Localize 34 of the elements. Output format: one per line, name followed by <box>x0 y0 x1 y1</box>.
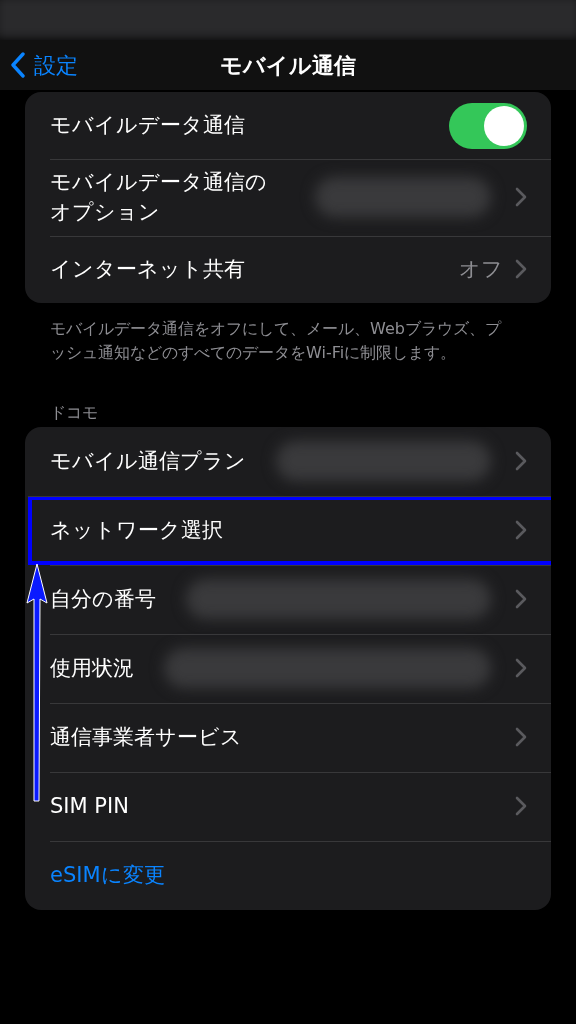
chevron-icon <box>515 259 527 280</box>
chevron-icon <box>515 451 527 472</box>
settings-row[interactable]: 通信事業者サービス <box>50 702 551 772</box>
row-label: 使用状況 <box>50 655 134 683</box>
row-label: 通信事業者サービス <box>50 724 242 752</box>
chevron-icon <box>515 187 527 208</box>
row-label: モバイルデータ通信 <box>50 112 245 140</box>
settings-row[interactable]: 使用状況 <box>50 633 551 703</box>
settings-row[interactable]: モバイルデータ通信のオプション <box>50 159 551 236</box>
settings-row[interactable]: eSIMに変更 <box>50 840 551 910</box>
chevron-icon <box>515 520 527 541</box>
row-label: モバイル通信プラン <box>50 448 246 476</box>
chevron-icon <box>515 727 527 748</box>
back-button[interactable]: 設定 <box>10 48 78 82</box>
row-label: ネットワーク選択 <box>50 517 223 545</box>
settings-row[interactable]: モバイルデータ通信 <box>50 92 551 159</box>
chevron-icon <box>515 589 527 610</box>
section-header: ドコモ <box>50 401 99 424</box>
row-label: インターネット共有 <box>50 256 245 284</box>
settings-row[interactable]: 自分の番号 <box>50 564 551 634</box>
toggle-switch[interactable] <box>449 102 527 149</box>
row-value: オフ <box>459 255 503 283</box>
settings-row[interactable]: SIM PIN <box>50 771 551 841</box>
settings-row[interactable]: モバイル通信プラン <box>50 426 551 496</box>
back-chevron-icon <box>10 52 26 78</box>
chevron-icon <box>515 796 527 817</box>
row-label: SIM PIN <box>50 793 129 821</box>
row-label: eSIMに変更 <box>50 862 165 890</box>
row-label: 自分の番号 <box>50 586 156 614</box>
section-footer: モバイルデータ通信をオフにして、メール、Webブラウズ、プッシュ通知などのすべてのデータをWi-Fiに制限します。 <box>50 316 510 365</box>
row-label: モバイルデータ通信のオプション <box>50 169 268 227</box>
settings-row[interactable]: インターネット共有 オフ <box>50 235 551 303</box>
chevron-icon <box>515 658 527 679</box>
page-title: モバイル通信 <box>220 51 356 80</box>
